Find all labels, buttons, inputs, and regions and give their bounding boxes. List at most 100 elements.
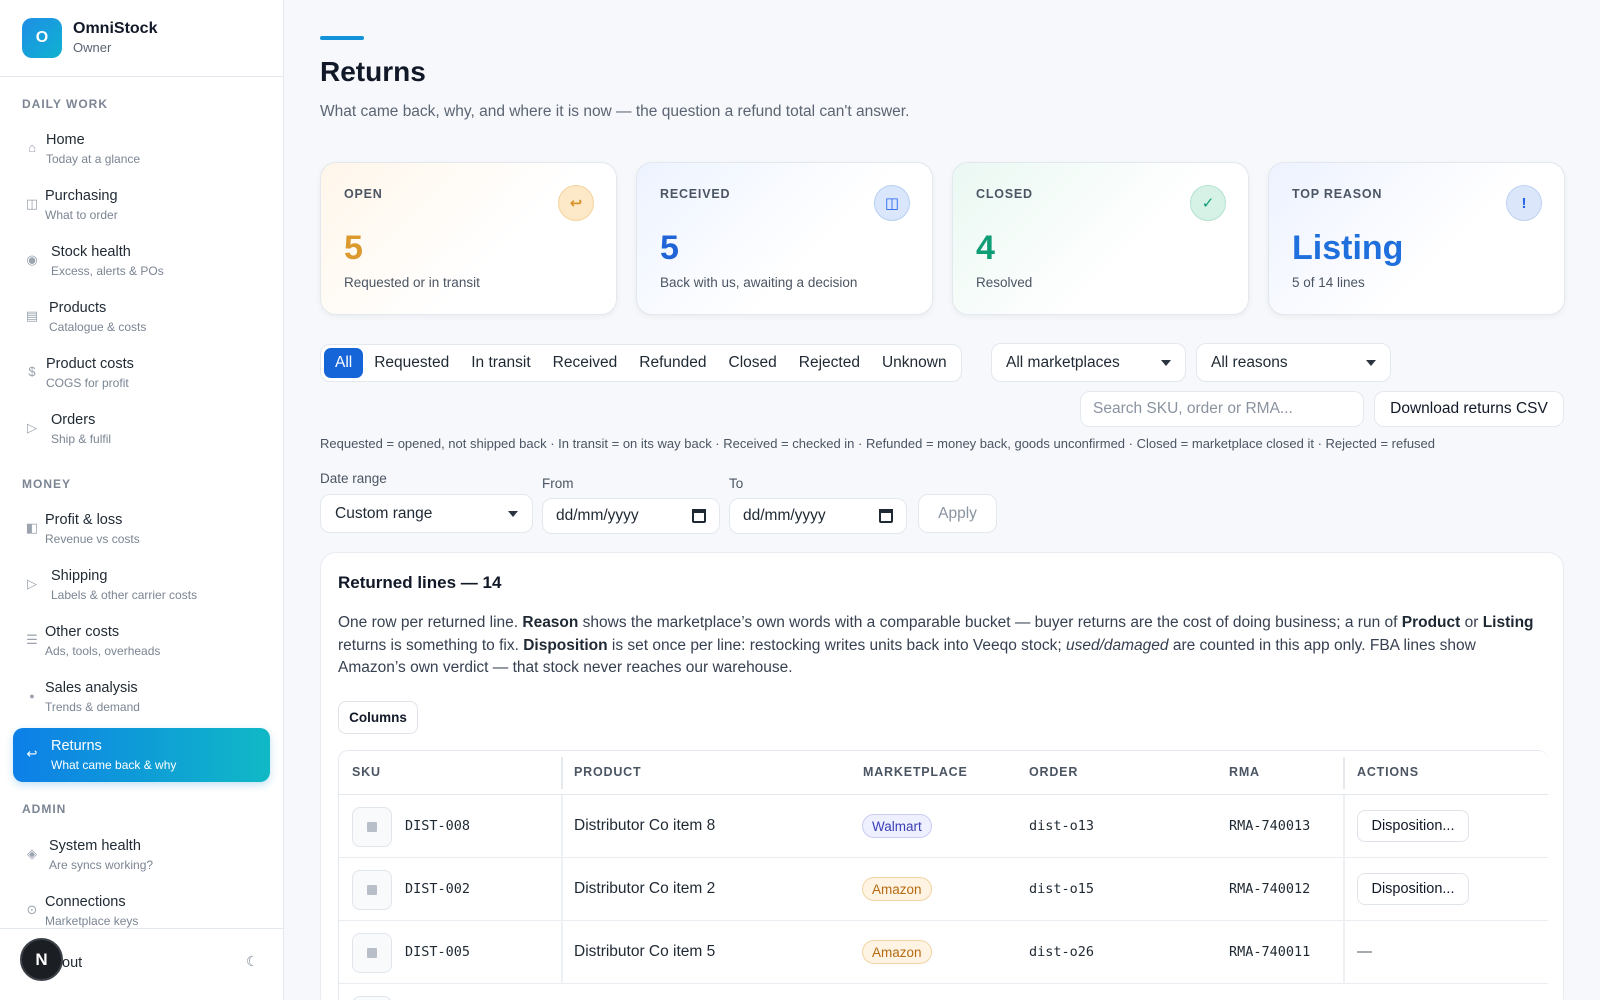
sidebar-footer: N out ☾ xyxy=(0,928,283,1000)
cell-product: Distributor Co item 8 xyxy=(574,817,716,834)
status-chip-in-transit[interactable]: In transit xyxy=(460,348,541,378)
main-content: Returns What came back, why, and where i… xyxy=(284,0,1600,1000)
col-header-actions[interactable]: ACTIONS xyxy=(1357,765,1419,779)
card-note: Back with us, awaiting a decision xyxy=(660,275,858,290)
desc-text: shows the marketplace’s own words with a… xyxy=(578,614,1402,631)
avatar[interactable]: N xyxy=(20,938,63,981)
sidebar-item-sub: Catalogue & costs xyxy=(49,320,147,334)
cell-rma: RMA-740011 xyxy=(1229,944,1311,960)
column-resize-handle[interactable] xyxy=(1343,757,1345,789)
status-chip-unknown[interactable]: Unknown xyxy=(871,348,958,378)
stat-card-top-reason: TOP REASON ! Listing 5 of 14 lines xyxy=(1268,162,1565,315)
search-input[interactable]: Search SKU, order or RMA... xyxy=(1080,391,1364,427)
status-chip-rejected[interactable]: Rejected xyxy=(788,348,871,378)
sidebar-item-shipping[interactable]: ▷ Shipping Labels & other carrier costs xyxy=(13,558,270,610)
table-row[interactable]: DIST-005 Distributor Co item 5 Amazon di… xyxy=(339,921,1548,984)
nav-section-admin: ADMIN xyxy=(22,802,67,816)
apply-button[interactable]: Apply xyxy=(918,494,997,533)
status-chip-all[interactable]: All xyxy=(324,348,364,378)
cell-sku: DIST-002 xyxy=(405,881,471,897)
sidebar-item-sub: Trends & demand xyxy=(45,700,140,714)
table-row[interactable]: DIST-002 Distributor Co item 2 Amazon di… xyxy=(339,858,1548,921)
sidebar-item-profit-loss[interactable]: ◧ Profit & loss Revenue vs costs xyxy=(13,502,270,554)
moon-icon[interactable]: ☾ xyxy=(246,953,259,970)
to-date-placeholder: dd/mm/yyyy xyxy=(743,507,826,524)
list-icon: ☰ xyxy=(26,632,38,647)
cell-order: dist-o15 xyxy=(1029,881,1095,897)
product-thumbnail xyxy=(352,807,392,847)
sidebar-item-sub: Ads, tools, overheads xyxy=(45,644,161,658)
sidebar-item-purchasing[interactable]: ◫ Purchasing What to order xyxy=(13,178,270,230)
card-value: 4 xyxy=(976,229,995,267)
sidebar-item-products[interactable]: ▤ Products Catalogue & costs xyxy=(13,290,270,342)
stat-card-received: RECEIVED ◫ 5 Back with us, awaiting a de… xyxy=(636,162,933,315)
title-accent xyxy=(320,36,364,40)
card-label: TOP REASON xyxy=(1292,187,1383,201)
sidebar-item-returns[interactable]: ↩ Returns What came back & why xyxy=(13,728,270,782)
desc-text: is set once per line: restocking writes … xyxy=(607,636,1066,654)
status-chip-received[interactable]: Received xyxy=(542,348,629,378)
desc-bold: Listing xyxy=(1482,614,1534,631)
col-header-rma[interactable]: RMA xyxy=(1229,765,1260,779)
sidebar-item-label: Products xyxy=(49,300,107,316)
product-thumbnail xyxy=(352,933,392,973)
table-row[interactable]: DIST-008 Distributor Co item 8 Walmart d… xyxy=(339,795,1548,858)
date-range-value: Custom range xyxy=(335,504,433,522)
page-title: Returns xyxy=(320,56,426,87)
brand-header: O OmniStock Owner xyxy=(0,0,283,77)
sidebar-item-system-health[interactable]: ◈ System health Are syncs working? xyxy=(13,828,270,880)
card-label: CLOSED xyxy=(976,187,1033,201)
download-csv-button[interactable]: Download returns CSV xyxy=(1374,391,1564,427)
return-icon: ↩ xyxy=(558,185,594,221)
columns-button[interactable]: Columns xyxy=(338,701,418,734)
sidebar: O OmniStock Owner DAILY WORK ⌂ Home Toda… xyxy=(0,0,284,1000)
cell-action-none: — xyxy=(1357,943,1372,960)
from-date-input[interactable]: dd/mm/yyyy xyxy=(542,498,720,534)
col-header-sku[interactable]: SKU xyxy=(352,765,381,779)
disposition-button[interactable]: Disposition... xyxy=(1357,810,1469,842)
column-divider xyxy=(1343,858,1345,921)
sidebar-item-sub: Revenue vs costs xyxy=(45,532,140,546)
stock-health-icon: ◉ xyxy=(26,252,38,267)
col-header-marketplace[interactable]: MARKETPLACE xyxy=(863,765,968,779)
calendar-icon[interactable] xyxy=(879,509,893,523)
sidebar-item-label: Connections xyxy=(45,894,126,910)
disposition-button[interactable]: Disposition... xyxy=(1357,873,1469,905)
col-header-product[interactable]: PRODUCT xyxy=(574,765,641,779)
sidebar-item-product-costs[interactable]: $ Product costs COGS for profit xyxy=(13,346,270,398)
returns-table: SKU PRODUCT MARKETPLACE ORDER RMA ACTION… xyxy=(338,750,1548,1000)
calendar-icon[interactable] xyxy=(692,509,706,523)
sidebar-item-label: Returns xyxy=(51,738,102,754)
sidebar-item-label: Other costs xyxy=(45,624,120,640)
col-header-order[interactable]: ORDER xyxy=(1029,765,1078,779)
marketplace-select[interactable]: All marketplaces xyxy=(991,343,1186,382)
alert-icon: ! xyxy=(1506,185,1542,221)
sidebar-item-home[interactable]: ⌂ Home Today at a glance xyxy=(13,122,270,174)
profit-loss-icon: ◧ xyxy=(25,520,39,535)
date-range-select[interactable]: Custom range xyxy=(320,494,533,533)
desc-bold: Disposition xyxy=(523,636,608,654)
status-chip-closed[interactable]: Closed xyxy=(718,348,788,378)
sidebar-item-stock-health[interactable]: ◉ Stock health Excess, alerts & POs xyxy=(13,234,270,286)
sidebar-item-sub: What came back & why xyxy=(51,758,177,772)
column-resize-handle[interactable] xyxy=(561,757,563,789)
sidebar-item-sales-analysis[interactable]: ● Sales analysis Trends & demand xyxy=(13,670,270,722)
brand-logo: O xyxy=(22,18,62,58)
card-label: RECEIVED xyxy=(660,187,731,201)
logout-link[interactable]: out xyxy=(62,955,82,971)
sidebar-item-other-costs[interactable]: ☰ Other costs Ads, tools, overheads xyxy=(13,614,270,666)
reason-select[interactable]: All reasons xyxy=(1196,343,1391,382)
status-chip-requested[interactable]: Requested xyxy=(363,348,460,378)
to-date-input[interactable]: dd/mm/yyyy xyxy=(729,498,907,534)
status-chip-refunded[interactable]: Refunded xyxy=(628,348,717,378)
column-divider xyxy=(561,858,563,921)
returned-lines-panel: Returned lines — 14 One row per returned… xyxy=(320,552,1564,1000)
reason-select-value: All reasons xyxy=(1211,353,1288,371)
connections-icon: ⊙ xyxy=(26,902,38,917)
check-icon: ✓ xyxy=(1190,185,1226,221)
column-divider xyxy=(1343,795,1345,858)
table-row[interactable] xyxy=(339,984,1548,1000)
chevron-down-icon xyxy=(1366,360,1376,366)
sidebar-item-sub: COGS for profit xyxy=(46,376,129,390)
sidebar-item-orders[interactable]: ▷ Orders Ship & fulfil xyxy=(13,402,270,454)
